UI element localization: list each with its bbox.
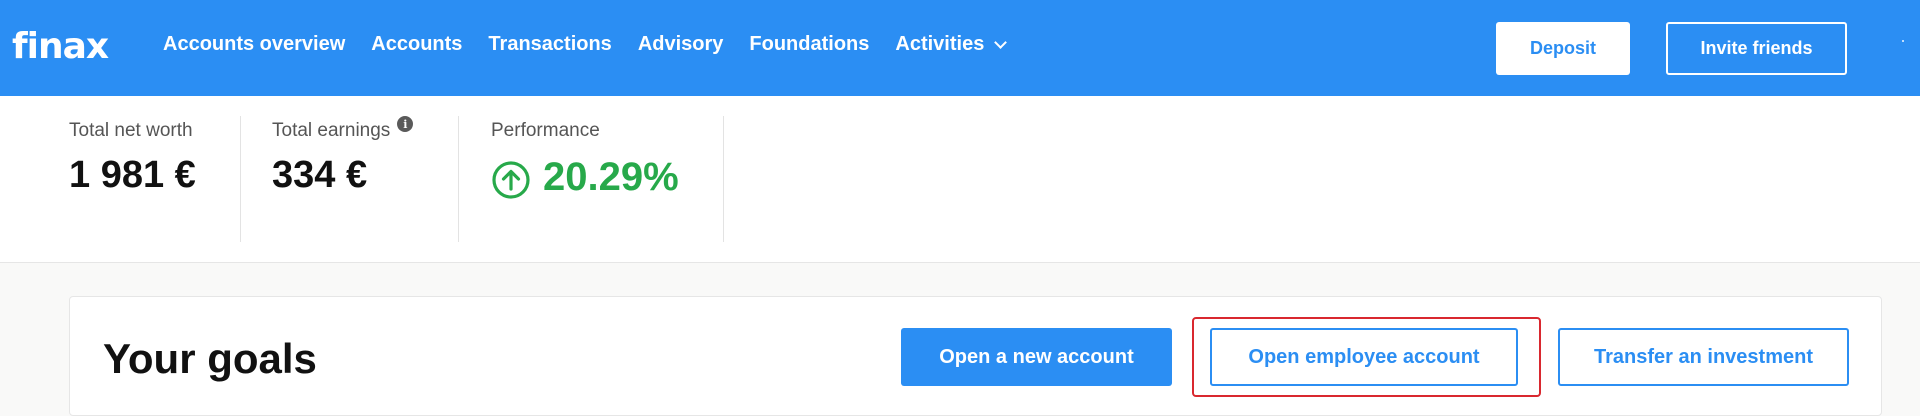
stat-divider [723, 116, 724, 242]
finax-logo[interactable]: finax [12, 26, 109, 67]
goals-title: Your goals [103, 335, 317, 382]
performance-value: 20.29% [543, 154, 679, 199]
transfer-investment-button[interactable]: Transfer an investment [1558, 328, 1849, 386]
main-nav: Accounts overview Accounts Transactions … [163, 33, 1031, 56]
open-employee-account-button[interactable]: Open employee account [1210, 328, 1518, 386]
stat-label: Total earnings [272, 120, 391, 141]
summary-stats: Total net worth 1 981 € Total earnings i… [0, 96, 1920, 263]
open-new-account-button[interactable]: Open a new account [901, 328, 1172, 386]
top-navbar: finax Accounts overview Accounts Transac… [0, 0, 1920, 96]
stat-value: 334 € [272, 154, 368, 196]
performance-value-wrapper: 20.29% [491, 154, 679, 200]
goals-card: Your goals Open a new account Open emplo… [69, 296, 1882, 416]
stat-label-wrapper: Total earnings i [272, 116, 414, 142]
deposit-button[interactable]: Deposit [1496, 22, 1630, 75]
nav-item-accounts-overview[interactable]: Accounts overview [163, 33, 345, 56]
arrow-up-circle-icon [492, 161, 530, 199]
chevron-down-icon [994, 35, 1008, 49]
stat-label: Total net worth [69, 120, 193, 141]
nav-item-activities[interactable]: Activities [895, 33, 1008, 56]
nav-item-transactions[interactable]: Transactions [488, 33, 611, 56]
info-icon[interactable]: i [397, 116, 414, 132]
stat-value: 1 981 € [69, 154, 196, 196]
stat-divider [240, 116, 241, 242]
nav-item-advisory[interactable]: Advisory [638, 33, 724, 56]
invite-friends-button[interactable]: Invite friends [1666, 22, 1847, 75]
stat-label: Performance [491, 120, 600, 141]
nav-item-activities-label: Activities [895, 33, 985, 55]
stat-divider [458, 116, 459, 242]
nav-item-accounts[interactable]: Accounts [371, 33, 462, 56]
nav-item-foundations[interactable]: Foundations [749, 33, 869, 56]
nav-edge-dot [1902, 40, 1904, 42]
